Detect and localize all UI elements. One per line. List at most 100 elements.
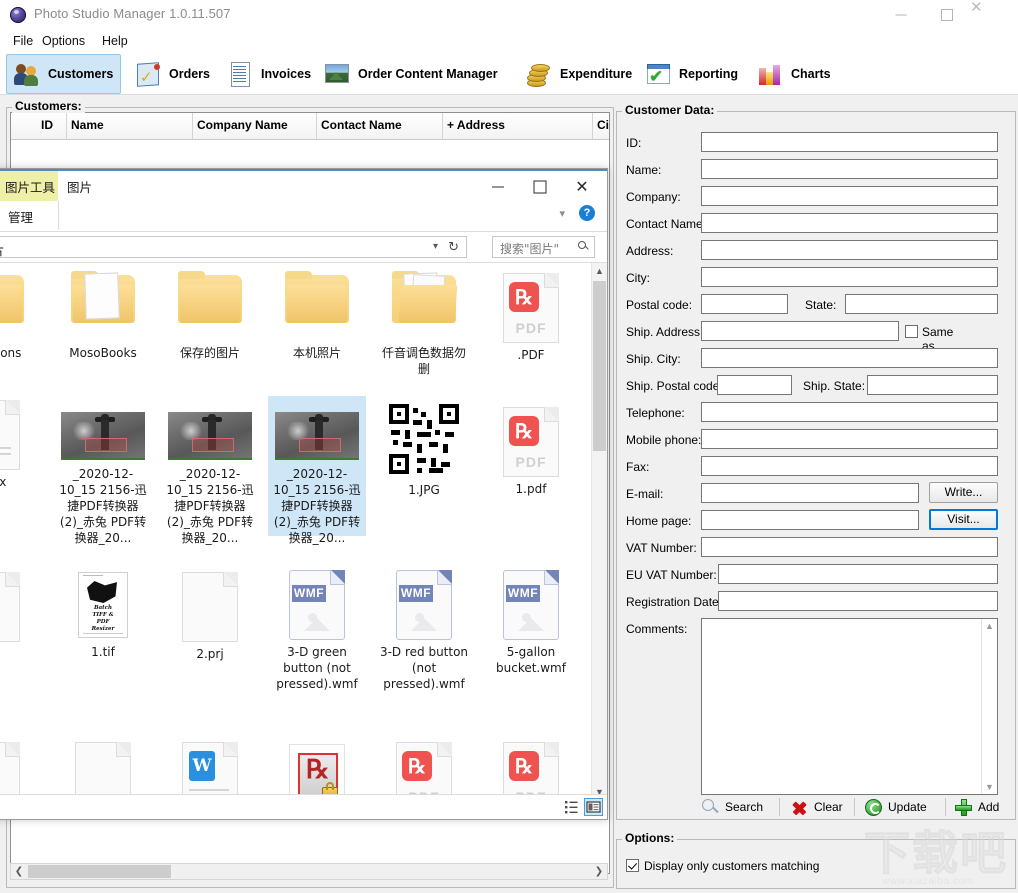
explorer-close-button[interactable]: ✕ [561, 173, 603, 201]
menu-item-help[interactable]: Help [96, 33, 134, 49]
input-home-page[interactable] [701, 510, 919, 530]
ribbon-collapse-chevron-icon[interactable]: ▾ [559, 207, 565, 220]
scroll-left-icon[interactable]: ❮ [11, 864, 27, 879]
list-item[interactable]: _2020-12-10_15 2156-迅捷PDF转换器 (2)_赤兔 PDF转… [268, 396, 366, 536]
pdf-file-icon: ℞PDF [503, 742, 559, 800]
explorer-tab-picture[interactable]: 图片 [67, 177, 92, 196]
input-telephone[interactable] [701, 402, 998, 422]
help-icon[interactable]: ? [579, 205, 595, 221]
toolbar-button-invoices[interactable]: Invoices [219, 54, 319, 94]
add-button[interactable]: Add [955, 795, 999, 819]
label-id: ID: [626, 136, 641, 150]
update-button-label: Update [888, 800, 927, 814]
explorer-maximize-button[interactable] [519, 173, 561, 201]
input-ship-city[interactable] [701, 348, 998, 368]
explorer-search-input[interactable]: 搜索"图片" [492, 236, 595, 258]
comments-scrollbar[interactable]: ▲ ▼ [981, 619, 997, 794]
search-button-label: Search [725, 800, 763, 814]
scroll-up-icon[interactable]: ▲ [592, 263, 607, 279]
input-vat-number[interactable] [701, 537, 998, 557]
menu-item-file[interactable]: File [7, 33, 39, 49]
search-icon [702, 799, 719, 816]
customer-data-group-label: Customer Data: [622, 103, 717, 117]
write-email-button[interactable]: Write... [929, 482, 998, 503]
maximize-button[interactable] [924, 0, 970, 30]
action-button-bar: Search Clear Update Add [616, 795, 1014, 821]
column-header-id[interactable]: ID [41, 118, 53, 132]
column-header-company-name[interactable]: Company Name [197, 118, 288, 132]
column-header-name[interactable]: Name [71, 118, 104, 132]
label-telephone: Telephone: [626, 406, 685, 420]
input-ship-postal-code[interactable] [717, 375, 792, 395]
input-company[interactable] [701, 186, 998, 206]
clear-button[interactable]: Clear [791, 795, 843, 819]
details-view-icon[interactable] [562, 798, 581, 816]
input-comments[interactable]: ▲ ▼ [701, 618, 998, 795]
photo-thumbnail [275, 412, 359, 460]
input-ship-address[interactable] [701, 321, 899, 341]
checkbox-display-only-matching[interactable] [626, 859, 639, 872]
refresh-icon[interactable]: ↻ [448, 239, 459, 255]
label-state: State: [805, 298, 836, 312]
list-item-label: 1.tif [56, 644, 150, 660]
large-icons-view-icon[interactable] [584, 798, 603, 816]
scroll-down-icon[interactable]: ▼ [982, 780, 997, 794]
visit-homepage-button[interactable]: Visit... [929, 509, 998, 530]
list-item-label: 1.JPG [377, 482, 471, 498]
toolbar-button-charts[interactable]: Charts [749, 54, 839, 94]
explorer-vertical-scrollbar[interactable]: ▲ ▼ [591, 263, 607, 800]
input-state[interactable] [845, 294, 998, 314]
input-ship-state[interactable] [867, 375, 998, 395]
search-button[interactable]: Search [702, 795, 763, 819]
input-name[interactable] [701, 159, 998, 179]
input-fax[interactable] [701, 456, 998, 476]
update-button[interactable]: Update [865, 795, 927, 819]
explorer-tab-manage[interactable]: 管理 [0, 201, 59, 230]
scroll-up-icon[interactable]: ▲ [982, 619, 997, 633]
column-header-contact-name[interactable]: Contact Name [321, 118, 402, 132]
toolbar-button-customers[interactable]: Customers [6, 54, 121, 94]
input-registration-date[interactable] [718, 591, 998, 611]
input-address[interactable] [701, 240, 998, 260]
column-header-city[interactable]: Cit [597, 118, 610, 132]
input-eu-vat-number[interactable] [718, 564, 998, 584]
pdf-file-icon: ℞PDF [503, 273, 559, 343]
input-postal-code[interactable] [701, 294, 788, 314]
customers-grid-horizontal-scrollbar[interactable]: ❮ ❯ [10, 863, 608, 880]
input-contact-name[interactable] [701, 213, 998, 233]
folder-icon [0, 271, 24, 325]
input-email[interactable] [701, 483, 919, 503]
close-button[interactable]: ✕ [970, 0, 1016, 30]
input-mobile-phone[interactable] [701, 429, 998, 449]
minimize-button[interactable] [878, 0, 924, 30]
toolbar-label-expenditure: Expenditure [560, 67, 632, 81]
input-id[interactable] [701, 132, 998, 152]
toolbar-button-expenditure[interactable]: Expenditure [518, 54, 640, 94]
checkbox-same-as-billing[interactable] [905, 325, 918, 338]
menu-item-options[interactable]: Options [36, 33, 91, 49]
scrollbar-thumb[interactable] [593, 281, 606, 451]
list-item-label: 5-gallon bucket.wmf [484, 644, 578, 676]
breadcrumb-chevron-down-icon[interactable]: ▾ [433, 241, 438, 252]
explorer-breadcrumb-box[interactable]: 片 ▾ ↻ [0, 236, 467, 258]
file-explorer-window[interactable]: 图片工具 图片 ✕ 管理 ▾ ? 片 ▾ ↻ 搜索"图片" [0, 168, 608, 820]
column-header-address[interactable]: + Address [447, 118, 505, 132]
toolbar-button-order-content-manager[interactable]: Order Content Manager [316, 54, 506, 94]
customers-grid-header: ID Name Company Name Contact Name + Addr… [11, 113, 609, 140]
toolbar-button-reporting[interactable]: ✔ Reporting [637, 54, 746, 94]
acrobat-secured-pdf-icon: ℞ [289, 744, 345, 800]
label-display-only-matching: Display only customers matching [644, 859, 819, 873]
explorer-contextual-tab-label: 图片工具 [5, 177, 55, 196]
explorer-file-list[interactable]: vte ctions MosoBooks 保存的图片 本机照片 [0, 263, 607, 800]
invoices-icon [227, 61, 253, 87]
scroll-right-icon[interactable]: ❯ [591, 864, 607, 879]
main-toolbar: Customers ✓ Orders Invoices Order Conten… [0, 52, 1018, 95]
explorer-tab-row: 图片工具 图片 ✕ [0, 171, 607, 203]
list-item-label: 1.pdf [484, 481, 578, 497]
scrollbar-thumb[interactable] [28, 865, 171, 878]
clear-x-icon [791, 799, 808, 816]
input-city[interactable] [701, 267, 998, 287]
explorer-minimize-button[interactable] [477, 173, 519, 201]
toolbar-button-orders[interactable]: ✓ Orders [127, 54, 218, 94]
explorer-contextual-tab-picture-tools[interactable]: 图片工具 [0, 171, 58, 201]
